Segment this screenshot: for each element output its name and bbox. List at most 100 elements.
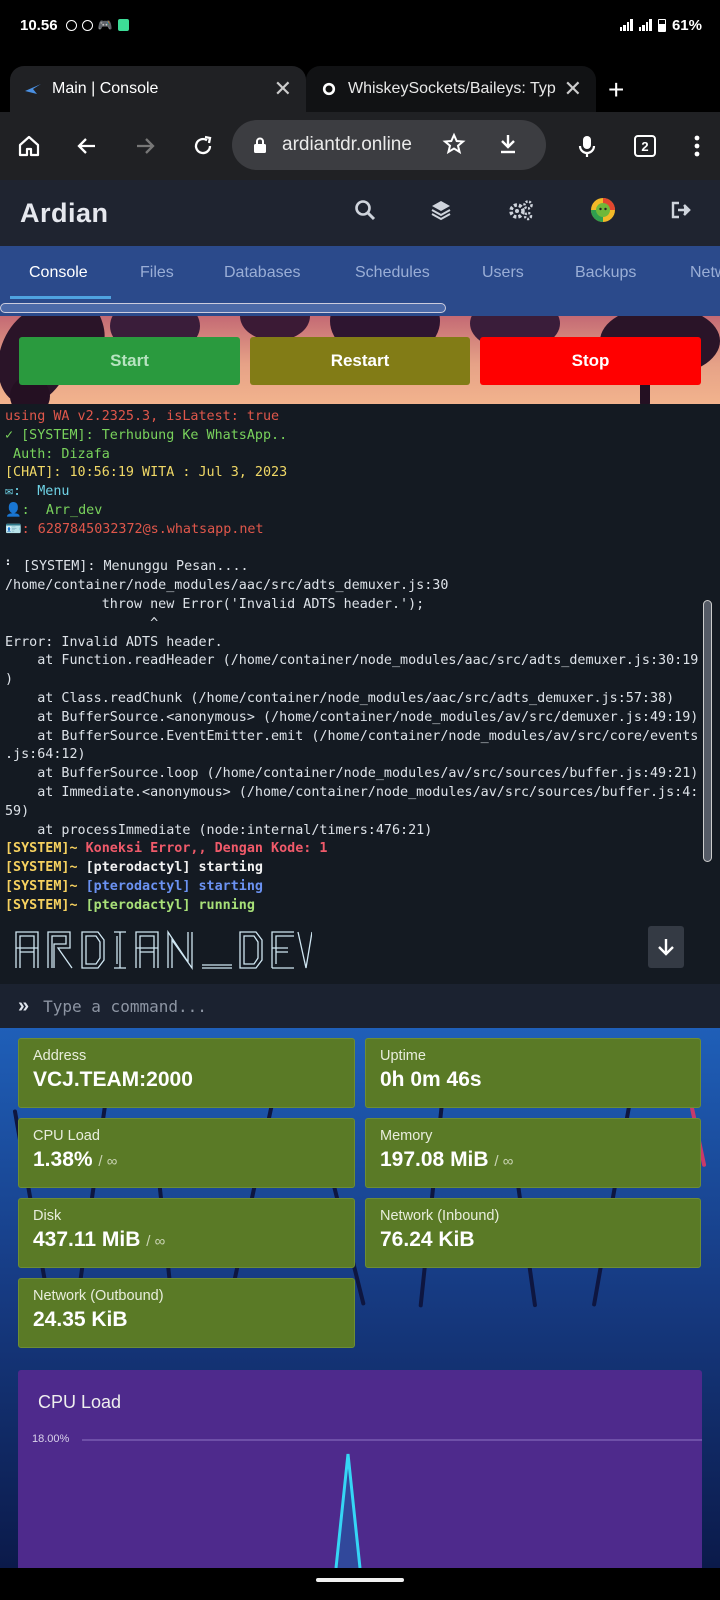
console-line: using WA v2.2325.3, isLatest: true xyxy=(5,409,280,424)
close-tab-icon[interactable]: ✕ xyxy=(564,78,582,100)
close-tab-icon[interactable]: ✕ xyxy=(274,78,292,100)
cpu-load-chart: CPU Load 18.00% xyxy=(18,1370,702,1568)
stat-value-row: 1.38% / ∞ xyxy=(33,1148,340,1172)
signal-icon xyxy=(619,19,633,31)
console-line: Error: Invalid ADTS header. xyxy=(5,634,223,650)
server-nav: Console Files Databases Schedules Users … xyxy=(0,246,720,316)
arrow-left-icon xyxy=(77,138,95,154)
stat-label: CPU Load xyxy=(33,1128,100,1144)
tab-network[interactable]: Netw xyxy=(690,264,720,282)
forward-button[interactable] xyxy=(116,112,174,180)
bookmark-star-icon[interactable] xyxy=(442,132,466,161)
stat-memory: Memory 197.08 MiB / ∞ xyxy=(365,1118,701,1188)
home-button[interactable] xyxy=(0,112,58,180)
browser-tab-github[interactable]: WhiskeySockets/Baileys: Type ✕ xyxy=(306,66,596,112)
console-line: at Class.readChunk (/home/container/node… xyxy=(5,690,675,706)
tab-title: Main | Console xyxy=(52,80,159,97)
tab-switcher-button[interactable]: 2 xyxy=(616,112,674,180)
tab-backups[interactable]: Backups xyxy=(575,264,636,282)
avatar[interactable] xyxy=(590,197,616,228)
horizontal-scrollbar[interactable] xyxy=(0,303,446,313)
browser-tab-strip: Main | Console ✕ WhiskeySockets/Baileys:… xyxy=(0,60,720,112)
stop-button[interactable]: Stop xyxy=(480,337,701,385)
console-line: at BufferSource.<anonymous> (/home/conta… xyxy=(5,709,699,725)
whatsapp-icon xyxy=(81,19,93,31)
cpu-chart-plot xyxy=(82,1439,702,1568)
console-line: at processImmediate (node:internal/timer… xyxy=(5,822,433,838)
system-line: [SYSTEM]~ [pterodactyl] starting xyxy=(5,878,720,897)
stat-uptime: Uptime 0h 0m 46s xyxy=(365,1038,701,1108)
console-line: 🪪: 6287845032372@s.whatsapp.net xyxy=(5,521,264,537)
browser-toolbar: ardiantdr.online 2 xyxy=(0,112,720,180)
home-gesture-bar[interactable] xyxy=(316,1578,404,1582)
github-icon xyxy=(322,82,336,96)
active-tab-indicator xyxy=(10,296,111,299)
console-line: ⠃ [SYSTEM]: Menunggu Pesan.... xyxy=(5,559,249,575)
layers-icon[interactable] xyxy=(430,199,452,226)
url-text: ardiantdr.online xyxy=(282,134,412,155)
system-prefix: [SYSTEM]~ xyxy=(5,878,86,894)
menu-button[interactable] xyxy=(674,112,720,180)
stat-disk: Disk 437.11 MiB / ∞ xyxy=(18,1198,355,1268)
console-line: 👤: Arr_dev xyxy=(5,502,103,518)
download-icon[interactable] xyxy=(496,132,520,161)
scroll-to-bottom-button[interactable] xyxy=(648,926,684,968)
app-icon xyxy=(117,19,129,31)
system-message: [pterodactyl] running xyxy=(85,897,255,913)
arrow-right-icon xyxy=(137,138,155,154)
console-line: at Immediate.<anonymous> (/home/containe… xyxy=(5,784,699,800)
address-bar[interactable]: ardiantdr.online xyxy=(232,120,546,170)
stat-network-outbound: Network (Outbound) 24.35 KiB xyxy=(18,1278,355,1348)
console-line: at Function.readHeader (/home/container/… xyxy=(5,653,699,669)
home-icon xyxy=(18,135,40,157)
notification-icon xyxy=(65,19,77,31)
console-output[interactable]: using WA v2.2325.3, isLatest: true ✓ [SYS… xyxy=(0,404,720,984)
search-icon[interactable] xyxy=(354,199,376,226)
battery-icon xyxy=(657,18,666,32)
system-line: [SYSTEM]~ [pterodactyl] running xyxy=(5,897,720,916)
signal-icon-2 xyxy=(638,19,652,31)
battery-level: 61% xyxy=(671,16,702,34)
stat-value: 0h 0m 46s xyxy=(380,1068,482,1091)
start-button[interactable]: Start xyxy=(19,337,240,385)
vertical-scrollbar[interactable] xyxy=(703,600,712,862)
tab-databases[interactable]: Databases xyxy=(224,264,301,282)
console-line: ^ xyxy=(5,615,159,631)
lock-icon xyxy=(254,137,266,153)
stat-value-row: 197.08 MiB / ∞ xyxy=(380,1148,686,1172)
chevron-double-right-icon: » xyxy=(18,994,30,1017)
tab-users[interactable]: Users xyxy=(482,264,524,282)
stat-label: Address xyxy=(33,1048,87,1064)
stat-value: 76.24 KiB xyxy=(380,1228,475,1251)
new-tab-button[interactable]: + xyxy=(608,76,624,104)
command-input[interactable] xyxy=(43,996,664,1016)
voice-search-button[interactable] xyxy=(558,112,616,180)
tab-console[interactable]: Console xyxy=(29,264,88,282)
browser-tab-main[interactable]: Main | Console ✕ xyxy=(10,66,306,112)
reload-button[interactable] xyxy=(174,112,232,180)
sign-out-icon[interactable] xyxy=(670,199,692,226)
system-prefix: [SYSTEM]~ xyxy=(5,897,86,913)
tab-schedules[interactable]: Schedules xyxy=(355,264,430,282)
microphone-icon xyxy=(578,136,596,157)
cpu-series-area xyxy=(336,1454,360,1568)
stat-label: Uptime xyxy=(380,1048,426,1064)
cogs-icon[interactable] xyxy=(508,199,534,226)
tab-files[interactable]: Files xyxy=(140,264,174,282)
stat-cpu: CPU Load 1.38% / ∞ xyxy=(18,1118,355,1188)
system-lines: [SYSTEM]~ Koneksi Error,, Dengan Kode: 1… xyxy=(5,840,720,915)
system-line: [SYSTEM]~ Koneksi Error,, Dengan Kode: 1 xyxy=(5,840,720,859)
back-button[interactable] xyxy=(58,112,116,180)
stat-limit: / ∞ xyxy=(494,1153,514,1170)
brand-title[interactable]: Ardian xyxy=(20,198,109,229)
console-line: at BufferSource.loop (/home/container/no… xyxy=(5,766,699,782)
stat-value: 437.11 MiB xyxy=(33,1228,141,1251)
stat-label: Network (Inbound) xyxy=(380,1208,500,1224)
stat-value-row: 437.11 MiB / ∞ xyxy=(33,1228,340,1252)
restart-button[interactable]: Restart xyxy=(250,337,470,385)
console-line: Auth: Dizafa xyxy=(5,446,110,462)
reload-icon xyxy=(194,135,212,155)
console-line: ✉: Menu xyxy=(5,484,70,500)
system-message: Koneksi Error,, Dengan Kode: 1 xyxy=(85,841,328,857)
pterodactyl-icon xyxy=(25,84,41,94)
